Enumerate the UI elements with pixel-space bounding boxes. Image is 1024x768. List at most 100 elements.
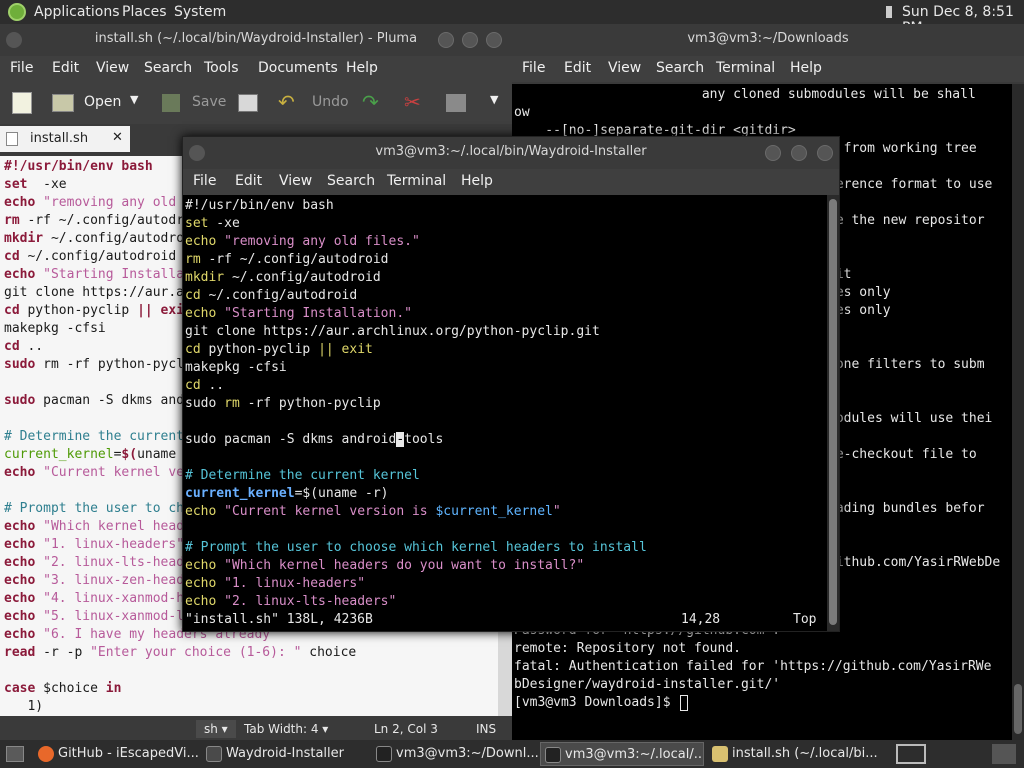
show-desktop-icon[interactable] xyxy=(6,746,24,762)
folder-icon xyxy=(206,746,222,762)
menu-view[interactable]: View xyxy=(279,173,312,189)
terminal-line-fragment: se-checkout file to xyxy=(828,447,977,462)
maximize-button[interactable] xyxy=(462,32,478,48)
terminal-line-fragment: ference format to use xyxy=(828,177,993,192)
code-line: set -xe xyxy=(185,216,240,231)
code-line: echo "removing any old files." xyxy=(185,234,420,249)
task-vim-terminal[interactable]: vm3@vm3:~/.local/... xyxy=(540,742,704,766)
menu-view[interactable]: View xyxy=(608,60,641,76)
code-line: case $choice in xyxy=(4,681,122,696)
menu-edit[interactable]: Edit xyxy=(235,173,262,189)
task-pluma[interactable]: install.sh (~/.local/bi... xyxy=(708,742,884,766)
vim-terminal-scrollbar[interactable] xyxy=(827,195,839,631)
toolbar-overflow-icon[interactable]: ▼ xyxy=(490,93,498,106)
menu-places[interactable]: Places xyxy=(122,4,167,20)
vim-editor[interactable]: #!/usr/bin/env bash set -xe echo "removing… xyxy=(183,195,827,631)
task-downloads-terminal[interactable]: vm3@vm3:~/Downl... xyxy=(372,742,538,766)
task-waydroid-installer[interactable]: Waydroid-Installer xyxy=(202,742,382,766)
menu-help[interactable]: Help xyxy=(461,173,493,189)
menu-help[interactable]: Help xyxy=(790,60,822,76)
menu-search[interactable]: Search xyxy=(327,173,375,189)
menu-documents[interactable]: Documents xyxy=(258,60,338,76)
downloads-terminal-titlebar[interactable]: vm3@vm3:~/Downloads xyxy=(512,24,1024,56)
code-line: read -r -p "Enter your choice (1-6): " c… xyxy=(4,645,357,660)
save-button[interactable]: Save xyxy=(192,94,226,110)
terminal-line: [vm3@vm3 Downloads]$ xyxy=(514,694,688,712)
menu-system[interactable]: System xyxy=(174,4,226,20)
vim-file-info: "install.sh" 138L, 4236B xyxy=(185,612,373,627)
save-icon[interactable] xyxy=(162,94,180,112)
close-button[interactable] xyxy=(486,32,502,48)
firefox-icon xyxy=(38,746,54,762)
vim-statusline: "install.sh" 138L, 4236B 14,28 Top xyxy=(185,611,825,629)
close-tab-icon[interactable]: ✕ xyxy=(112,130,123,145)
redo-icon[interactable]: ↷ xyxy=(362,90,379,114)
trash-icon[interactable] xyxy=(992,744,1016,764)
minimize-button[interactable] xyxy=(438,32,454,48)
menu-edit[interactable]: Edit xyxy=(52,60,79,76)
cut-icon[interactable]: ✂ xyxy=(404,90,421,114)
vim-terminal-titlebar[interactable]: vm3@vm3:~/.local/bin/Waydroid-Installer xyxy=(183,137,839,169)
vim-terminal-title: vm3@vm3:~/.local/bin/Waydroid-Installer xyxy=(375,144,647,159)
menu-help[interactable]: Help xyxy=(346,60,378,76)
undo-icon[interactable]: ↶ xyxy=(278,90,295,114)
menu-tools[interactable]: Tools xyxy=(204,60,239,76)
scrollbar-thumb[interactable] xyxy=(1014,684,1022,734)
code-line: 1) xyxy=(4,699,44,714)
undo-button[interactable]: Undo xyxy=(312,94,349,110)
code-line: cd ~/.config/autodroid xyxy=(185,288,358,303)
top-panel: Applications Places System Sun Dec 8, 8:… xyxy=(0,0,1024,36)
menu-file[interactable]: File xyxy=(522,60,545,76)
open-button[interactable]: Open xyxy=(84,94,121,110)
print-icon[interactable] xyxy=(238,94,258,112)
menu-search[interactable]: Search xyxy=(144,60,192,76)
terminal-line-fragment: de the new repositor xyxy=(828,213,985,228)
tab-width-selector[interactable]: Tab Width: 4 ▾ xyxy=(244,720,328,738)
terminal-line: fatal: Authentication failed for 'https:… xyxy=(514,659,992,674)
terminal-line: any cloned submodules will be shall xyxy=(514,87,976,102)
menu-applications[interactable]: Applications xyxy=(34,4,120,20)
window-menu-icon[interactable] xyxy=(189,145,205,161)
downloads-terminal-scrollbar[interactable] xyxy=(1012,84,1024,740)
terminal-icon xyxy=(545,747,561,763)
window-menu-icon[interactable] xyxy=(6,32,22,48)
copy-icon[interactable] xyxy=(446,94,466,112)
insert-mode: INS xyxy=(476,722,497,736)
chevron-down-icon[interactable]: ▼ xyxy=(130,93,138,106)
workspace-switcher[interactable] xyxy=(896,744,926,764)
new-document-icon[interactable] xyxy=(12,92,32,114)
tab-install-sh[interactable]: install.sh ✕ xyxy=(0,126,130,152)
maximize-button[interactable] xyxy=(791,145,807,161)
text-editor-icon xyxy=(712,746,728,762)
language-selector[interactable]: sh ▾ xyxy=(196,720,236,738)
code-line: # Prompt the user to choose which kernel… xyxy=(185,540,647,555)
terminal-line-fragment: github.com/YasirRWebDe xyxy=(828,555,1001,570)
code-line: mkdir ~/.config/autodroid xyxy=(185,270,381,285)
code-line: echo "Current kernel version is $current… xyxy=(185,504,561,519)
text-cursor: - xyxy=(396,432,405,447)
menu-view[interactable]: View xyxy=(96,60,129,76)
close-button[interactable] xyxy=(817,145,833,161)
mate-logo-icon[interactable] xyxy=(8,3,26,21)
minimize-button[interactable] xyxy=(765,145,781,161)
code-line: rm -rf ~/.config/autodroid xyxy=(185,252,389,267)
task-firefox[interactable]: GitHub - iEscapedVi... xyxy=(34,742,220,766)
menu-edit[interactable]: Edit xyxy=(564,60,591,76)
pluma-titlebar[interactable]: install.sh (~/.local/bin/Waydroid-Instal… xyxy=(0,24,512,56)
indicator-icon[interactable] xyxy=(886,6,892,18)
scrollbar-thumb[interactable] xyxy=(829,199,837,625)
vim-terminal-window: vm3@vm3:~/.local/bin/Waydroid-Installer … xyxy=(182,136,840,632)
taskbar: GitHub - iEscapedVi... Waydroid-Installe… xyxy=(0,740,1024,768)
menu-terminal[interactable]: Terminal xyxy=(387,173,446,189)
menu-terminal[interactable]: Terminal xyxy=(716,60,775,76)
menu-file[interactable]: File xyxy=(10,60,33,76)
terminal-line: remote: Repository not found. xyxy=(514,641,741,656)
open-folder-icon[interactable] xyxy=(52,94,74,112)
menu-file[interactable]: File xyxy=(193,173,216,189)
menu-search[interactable]: Search xyxy=(656,60,704,76)
vim-scroll-position: Top xyxy=(793,612,817,627)
terminal-line-fragment: modules will use thei xyxy=(828,411,993,426)
